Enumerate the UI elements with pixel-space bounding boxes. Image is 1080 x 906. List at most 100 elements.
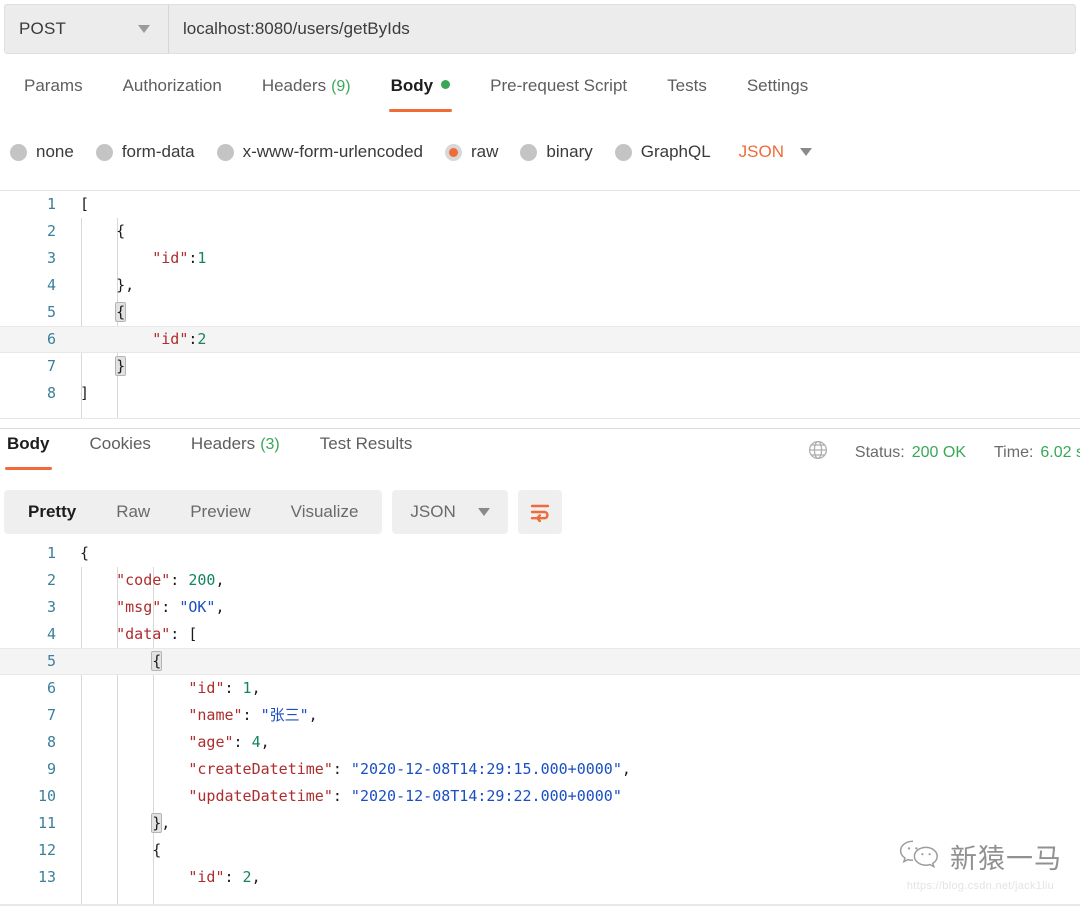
code-text: { [151, 648, 163, 675]
body-type-raw[interactable]: raw [445, 142, 498, 162]
tab-label: Authorization [122, 76, 222, 95]
token: { [116, 222, 126, 240]
request-tab-authorization[interactable]: Authorization [103, 72, 242, 112]
line-number: 2 [46, 222, 56, 240]
code-line[interactable]: 7 "name": "张三", [0, 702, 1080, 729]
token: : [242, 706, 261, 724]
matching-bracket: } [151, 813, 163, 833]
response-format-select[interactable]: JSON [392, 490, 508, 534]
code-line[interactable]: 4 "data": [ [0, 621, 1080, 648]
token: "id" [188, 868, 225, 886]
token: "code" [116, 571, 171, 589]
body-type-x-www-form-urlencoded[interactable]: x-www-form-urlencoded [216, 142, 423, 162]
line-number: 6 [46, 330, 56, 348]
response-tab-test-results[interactable]: Test Results [300, 430, 433, 470]
response-view-raw[interactable]: Raw [96, 494, 170, 530]
tab-label: Headers [190, 434, 256, 453]
code-line[interactable]: 6 "id": 1, [0, 675, 1080, 702]
line-number: 4 [46, 276, 56, 294]
code-line[interactable]: 10 "updateDatetime": "2020-12-08T14:29:22… [0, 783, 1080, 810]
response-status-area: Status: 200 OK Time: 6.02 s [807, 439, 1080, 466]
code-line[interactable]: 9 "createDatetime": "2020-12-08T14:29:15.… [0, 756, 1080, 783]
request-tab-headers[interactable]: Headers (9) [242, 72, 371, 112]
request-tab-pre-request-script[interactable]: Pre-request Script [470, 72, 647, 112]
token: "OK" [179, 598, 216, 616]
token: : [170, 571, 189, 589]
tab-label: Body [390, 76, 434, 95]
response-tab-cookies[interactable]: Cookies [70, 430, 171, 470]
response-view-visualize[interactable]: Visualize [271, 494, 379, 530]
code-line[interactable]: 4}, [0, 272, 1080, 299]
body-present-dot-icon [441, 80, 451, 89]
response-body-editor[interactable]: 1{2 "code": 200, 3 "msg": "OK", 4 "data": [5{… [0, 540, 1080, 906]
code-line[interactable]: 2{ [0, 218, 1080, 245]
token: 4 [251, 733, 261, 751]
code-line[interactable]: 8] [0, 380, 1080, 407]
response-tab-body[interactable]: Body [0, 430, 70, 470]
token: 2 [242, 868, 252, 886]
response-tab-headers[interactable]: Headers (3) [171, 430, 300, 470]
request-url-input[interactable]: localhost:8080/users/getByIds [169, 5, 1075, 53]
token: 1 [242, 679, 252, 697]
code-text: "id":2 [152, 326, 206, 353]
token: : [332, 760, 351, 778]
response-view-pretty[interactable]: Pretty [8, 494, 96, 530]
code-text: { [80, 540, 89, 567]
code-line[interactable]: 3 "msg": "OK", [0, 594, 1080, 621]
code-line[interactable]: 8 "age": 4, [0, 729, 1080, 756]
token: [ [80, 195, 90, 213]
token: "createDatetime" [188, 760, 333, 778]
line-number: 7 [46, 706, 56, 724]
response-view-switcher: Pretty Raw Preview Visualize [4, 490, 383, 534]
code-line[interactable]: 1[ [0, 191, 1080, 218]
code-line[interactable]: 2 "code": 200, [0, 567, 1080, 594]
request-tab-tests[interactable]: Tests [647, 72, 727, 112]
code-text: { [116, 218, 125, 245]
code-line[interactable]: 5{ [0, 648, 1080, 675]
token: "id" [152, 249, 189, 267]
radio-icon [445, 143, 463, 161]
response-view-preview[interactable]: Preview [170, 494, 270, 530]
url-bar-inner: POST localhost:8080/users/getByIds [4, 4, 1076, 54]
code-line[interactable]: 13 "id": 2, [0, 864, 1080, 891]
code-line[interactable]: 11}, [0, 810, 1080, 837]
status-badge: 200 OK [911, 443, 966, 461]
body-type-none[interactable]: none [10, 142, 74, 162]
body-type-form-data[interactable]: form-data [95, 142, 195, 162]
code-line[interactable]: 5{ [0, 299, 1080, 326]
line-number: 1 [46, 544, 56, 562]
request-tab-body[interactable]: Body [371, 72, 471, 112]
line-number: 11 [37, 814, 56, 832]
globe-icon[interactable] [807, 439, 829, 466]
code-line[interactable]: 12 { [0, 837, 1080, 864]
request-tab-params[interactable]: Params [4, 72, 103, 112]
code-line[interactable]: 7} [0, 353, 1080, 380]
body-type-label: none [36, 142, 74, 161]
code-text: "id": 2, [188, 864, 260, 891]
request-url-bar: POST localhost:8080/users/getByIds [0, 0, 1080, 58]
code-line[interactable]: 6 "id":2 [0, 326, 1080, 353]
request-body-editor[interactable]: 1[2{3 "id":1 4}, 5{6 "id":2 7} 8] [0, 190, 1080, 418]
line-number: 3 [46, 249, 56, 267]
matching-bracket: { [115, 302, 127, 322]
radio-icon [520, 143, 538, 161]
word-wrap-button[interactable] [517, 490, 562, 534]
code-text: { [115, 299, 127, 326]
token: "msg" [116, 598, 162, 616]
line-number: 2 [46, 571, 56, 589]
body-type-binary[interactable]: binary [520, 142, 593, 162]
line-number: 7 [46, 357, 56, 375]
body-format-select[interactable]: JSON [739, 142, 813, 162]
code-line[interactable]: 1{ [0, 540, 1080, 567]
http-method-select[interactable]: POST [5, 5, 169, 53]
token: "2020-12-08T14:29:22.000+0000" [350, 787, 622, 805]
token: : [224, 679, 243, 697]
request-tab-settings[interactable]: Settings [727, 72, 828, 112]
token: , [251, 868, 261, 886]
token: 1 [197, 249, 207, 267]
code-line[interactable]: 3 "id":1 [0, 245, 1080, 272]
body-type-graphql[interactable]: GraphQL [614, 142, 711, 162]
body-type-label: form-data [121, 142, 195, 161]
line-number: 8 [46, 733, 56, 751]
token: { [80, 544, 90, 562]
